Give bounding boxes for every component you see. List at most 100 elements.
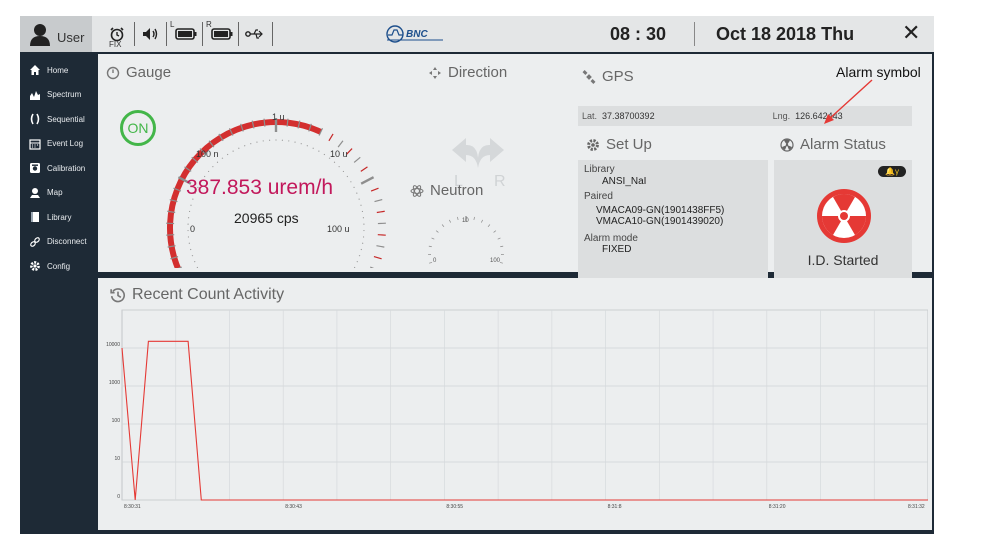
link-icon (30, 236, 40, 247)
library-label: Library (584, 164, 615, 175)
sidebar-item-home[interactable]: Home (20, 58, 94, 83)
neutron-tick (435, 230, 439, 233)
gauge-dot (238, 147, 240, 149)
gauge-dot (187, 236, 190, 238)
neutron-tick (481, 219, 483, 223)
gauge-dot (362, 242, 364, 244)
neutron-tick (449, 219, 451, 223)
gauge-tick (166, 234, 175, 236)
gauge-dot (187, 217, 190, 219)
direction-indicator: L R (452, 138, 506, 190)
sidebar-item-label: Home (47, 65, 69, 75)
sidebar-item-sequential[interactable]: Sequential (20, 107, 94, 132)
sidebar-item-disconnect[interactable]: Disconnect (20, 230, 94, 255)
gauge-tick (376, 210, 385, 214)
fix-label: FIX (109, 40, 122, 49)
gauge-dot (244, 145, 246, 147)
neutron-title-text: Neutron (430, 182, 484, 199)
gauge-label: 0 (190, 224, 196, 234)
gauge-dot (360, 204, 362, 206)
sidebar-item-label: Sequential (47, 114, 85, 124)
gauge-tick (377, 234, 386, 236)
sidebar-item-spectrum[interactable]: Spectrum (20, 83, 94, 108)
activity-title-text: Recent Count Activity (132, 286, 285, 303)
gauge-dot (256, 141, 258, 143)
usb-button[interactable] (242, 22, 268, 46)
satellite-icon (582, 69, 596, 84)
dose-rate-value: 387.853 urem/h (186, 176, 334, 199)
gauge-dot (318, 150, 320, 152)
volume-button[interactable] (140, 22, 162, 46)
setup-title: Set Up (586, 136, 652, 153)
toolbar-divider (166, 22, 167, 46)
close-button[interactable]: ✕ (902, 20, 920, 46)
setup-title-text: Set Up (606, 136, 652, 153)
gauge-dot (362, 217, 365, 219)
chart-plot-area (121, 309, 928, 501)
gauge-dot (312, 147, 314, 149)
activity-title: Recent Count Activity (110, 286, 284, 304)
app-window: User FIX L R BNC 08: 30 Oct 18 2018 Thu… (20, 16, 934, 534)
gear-icon (587, 138, 599, 151)
date-display: Oct 18 2018 Thu (716, 24, 855, 44)
x-tick-label: 8:31:20 (769, 504, 786, 510)
sidebar-item-label: Calibration (47, 163, 86, 173)
toolbar-divider (134, 22, 135, 46)
lat-label: Lat. (582, 111, 598, 121)
battery-icon (175, 28, 197, 40)
user-icon (30, 24, 50, 46)
toolbar-divider (272, 22, 273, 46)
battery-icon (211, 28, 233, 40)
gauge-dot (342, 170, 345, 173)
y-tick-label: 10000 (106, 342, 120, 348)
gps-title-text: GPS (602, 68, 634, 85)
sidebar-item-event-log[interactable]: Event Log (20, 132, 94, 157)
sidebar-item-calibration[interactable]: Calibration (20, 156, 94, 181)
recent-count-activity-panel: Recent Count Activity 0 10 100 1000 10000 100… (98, 278, 932, 530)
gauge-label: 100 u (327, 224, 350, 234)
toolbar-divider (202, 22, 203, 46)
gauge-title: Gauge (106, 64, 171, 81)
gauge-tick (360, 176, 375, 185)
gauge-tick (360, 166, 368, 172)
gauge-title-text: Gauge (126, 64, 172, 81)
right-battery-button[interactable] (210, 22, 234, 46)
gauge-dot (196, 266, 198, 268)
gauge-dot (333, 161, 336, 163)
neutron-gauge: 0 10 100 (427, 216, 505, 264)
gauge-label: 1 u (272, 112, 285, 122)
gauge-dot (361, 210, 364, 213)
alarm-status-title: Alarm Status (780, 136, 886, 153)
bnc-logo: BNC (386, 25, 443, 43)
neutron-tick (500, 245, 504, 248)
gauge-dot (358, 198, 360, 200)
gps-title: GPS (582, 68, 634, 85)
paired-label: Paired (584, 191, 613, 202)
y-tick-label: 100 (112, 418, 121, 424)
neutron-tick (428, 245, 432, 248)
neutron-tick (499, 262, 503, 264)
neutron-label: 10 (462, 218, 469, 224)
sidebar-item-config[interactable]: Config (20, 254, 94, 279)
home-icon (30, 65, 40, 76)
gauge-dot (221, 157, 224, 159)
left-arrow-icon (452, 138, 479, 168)
sidebar-item-library[interactable]: Library (20, 205, 94, 230)
gauge-tick (373, 255, 382, 260)
user-menu-button[interactable]: User (20, 16, 92, 52)
neutron-tick (457, 216, 459, 220)
left-battery-button[interactable] (174, 22, 198, 46)
sidebar-item-map[interactable]: Map (20, 181, 94, 206)
sidebar-item-label: Event Log (47, 139, 84, 149)
x-tick-label: 8:31:8 (608, 504, 622, 510)
setup-details: Library ANSI_NaI Paired VMACA09-GN(19014… (578, 160, 768, 278)
history-icon (110, 288, 126, 303)
right-arrow-icon (477, 138, 504, 168)
gauge-tick (376, 245, 385, 248)
gauge-dot (191, 255, 194, 257)
sequential-icon (30, 113, 40, 125)
gauge-tick (370, 187, 379, 192)
gauge-dot (216, 161, 219, 163)
gauge-tick (328, 133, 334, 142)
gauge-dot (300, 143, 302, 145)
